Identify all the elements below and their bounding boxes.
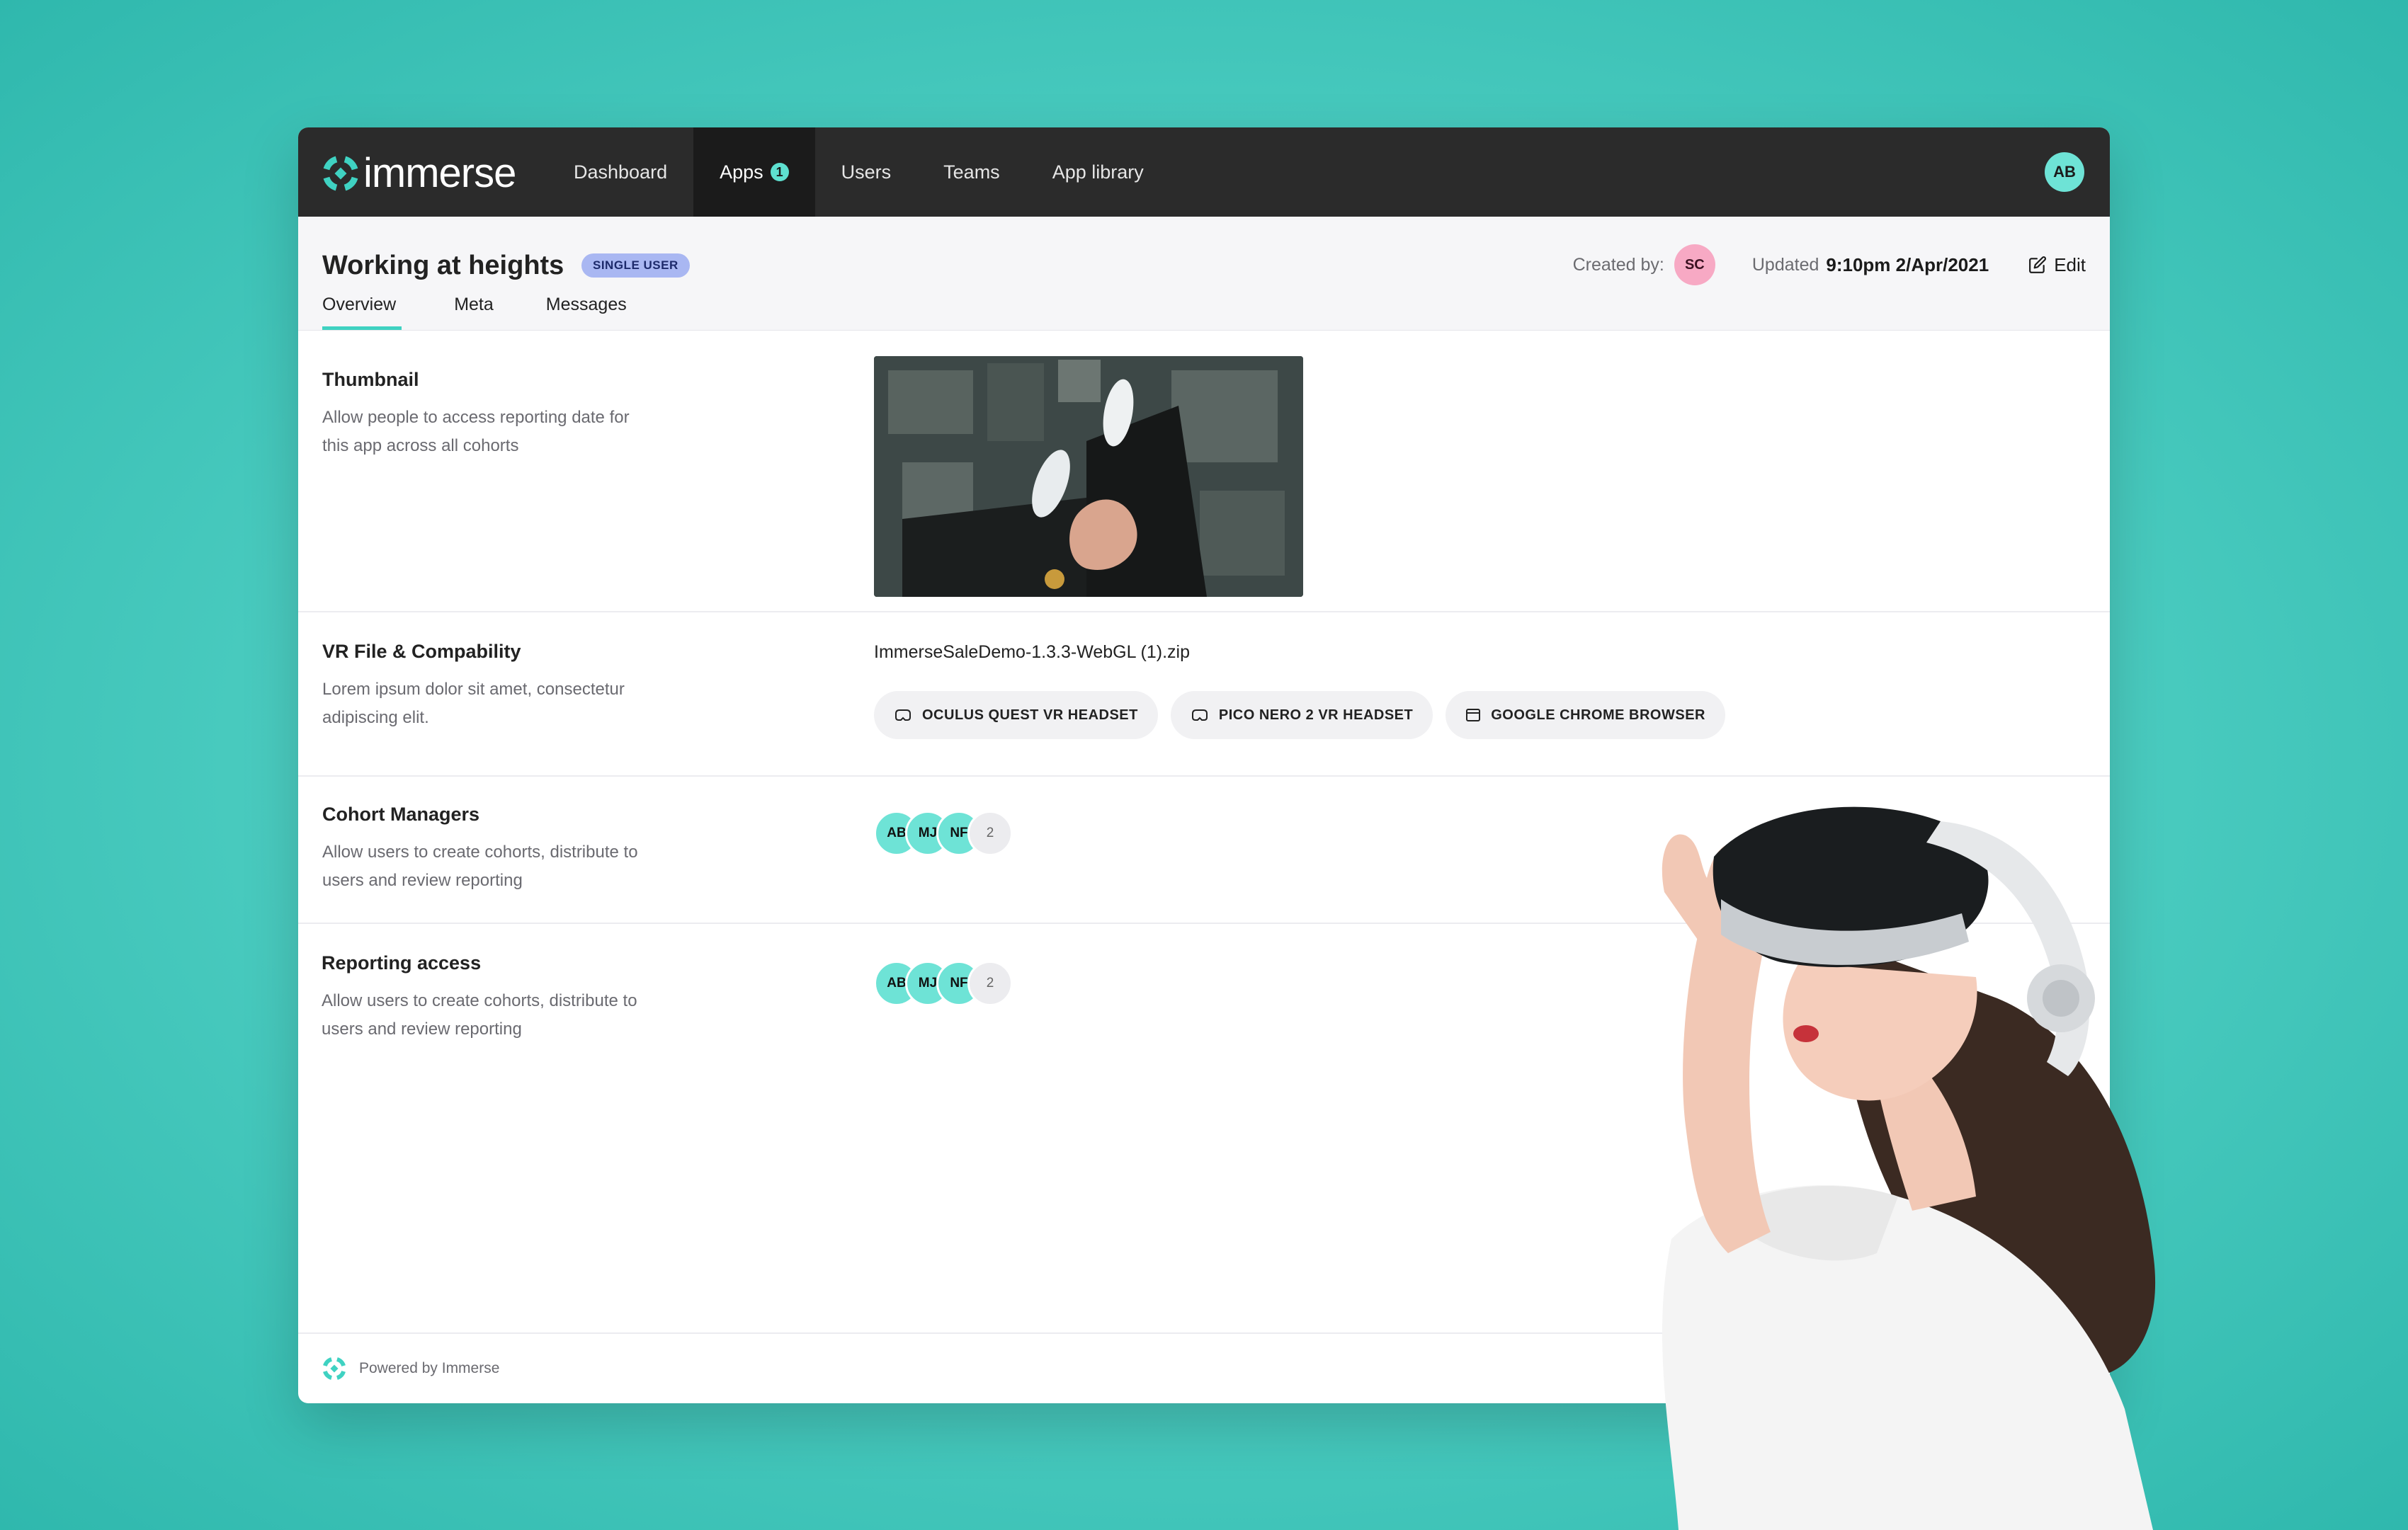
cohort-manager-avatars[interactable]: AB MJ NF 2	[874, 811, 1013, 856]
top-navbar: immerse Dashboard Apps 1 Users Teams App…	[298, 127, 2110, 217]
tab-meta[interactable]: Meta	[454, 295, 494, 330]
app-thumbnail-image[interactable]	[874, 356, 1303, 597]
chip-google-chrome[interactable]: GOOGLE CHROME BROWSER	[1446, 691, 1725, 739]
vr-user-illustration	[1662, 806, 2156, 1530]
tab-messages[interactable]: Messages	[546, 295, 627, 330]
edit-button-label: Edit	[2054, 253, 2086, 275]
section-title: Cohort Managers	[322, 804, 480, 825]
immerse-logo-icon	[323, 1357, 346, 1380]
created-by-label: Created by:	[1572, 254, 1664, 275]
vr-headset-icon	[1191, 709, 1208, 721]
tab-label: Meta	[454, 295, 494, 314]
chip-label: PICO NERO 2 VR HEADSET	[1218, 707, 1414, 723]
chip-oculus-quest[interactable]: OCULUS QUEST VR HEADSET	[874, 691, 1158, 739]
nav-item-app-library[interactable]: App library	[1026, 127, 1170, 217]
chip-label: OCULUS QUEST VR HEADSET	[922, 707, 1138, 723]
updated-label: Updated	[1751, 254, 1819, 275]
brand-name: immerse	[363, 150, 516, 196]
reporting-access-avatars[interactable]: AB MJ NF 2	[874, 961, 1013, 1006]
vr-file-section: VR File & Compability Lorem ipsum dolor …	[298, 612, 2110, 777]
nav-item-dashboard[interactable]: Dashboard	[547, 127, 693, 217]
section-description: Allow people to access reporting date fo…	[322, 408, 630, 455]
chip-pico-neo[interactable]: PICO NERO 2 VR HEADSET	[1170, 691, 1433, 739]
section-description: Allow users to create cohorts, distribut…	[322, 843, 638, 890]
immerse-logo-icon	[323, 156, 358, 191]
section-description: Lorem ipsum dolor sit amet, consectetur …	[322, 680, 625, 727]
nav-item-label: App library	[1052, 161, 1144, 183]
nav-item-label: Users	[841, 161, 892, 183]
nav-item-label: Dashboard	[574, 161, 668, 183]
user-type-badge: SINGLE USER	[581, 253, 690, 278]
user-avatar[interactable]: AB	[2045, 152, 2084, 192]
apps-count-badge: 1	[770, 163, 789, 181]
creator-avatar[interactable]: SC	[1674, 244, 1715, 285]
page-meta: Created by: SC Updated 9:10pm 2/Apr/2021…	[1573, 242, 2086, 287]
more-avatars-count[interactable]: 2	[967, 811, 1013, 856]
nav-item-apps[interactable]: Apps 1	[693, 127, 815, 217]
nav-item-label: Apps	[720, 161, 763, 183]
compatibility-chips: OCULUS QUEST VR HEADSET PICO NERO 2 VR H…	[874, 691, 1725, 739]
updated-timestamp: 9:10pm 2/Apr/2021	[1826, 253, 1989, 275]
tab-label: Messages	[545, 295, 627, 314]
nav-item-teams[interactable]: Teams	[917, 127, 1026, 217]
logo[interactable]: immerse	[322, 153, 516, 194]
browser-icon	[1466, 709, 1481, 721]
nav-item-label: Teams	[943, 161, 1000, 183]
thumbnail-section: Thumbnail Allow people to access reporti…	[298, 331, 2110, 612]
page-header: Working at heights SINGLE USER Created b…	[298, 217, 2110, 331]
section-title: Reporting access	[322, 952, 482, 974]
vr-file-name[interactable]: ImmerseSaleDemo-1.3.3-WebGL (1).zip	[874, 642, 1725, 663]
city-heights-image	[874, 356, 1303, 597]
nav-item-users[interactable]: Users	[815, 127, 918, 217]
edit-icon	[2029, 256, 2047, 273]
section-description: Allow users to create cohorts, distribut…	[322, 991, 637, 1039]
tab-label: Overview	[322, 295, 397, 314]
more-avatars-count[interactable]: 2	[967, 961, 1013, 1006]
powered-by-label: Powered by Immerse	[359, 1360, 500, 1376]
tab-overview[interactable]: Overview	[322, 295, 402, 330]
edit-button[interactable]: Edit	[2028, 254, 2086, 276]
section-title: Thumbnail	[322, 369, 419, 390]
vr-headset-icon	[895, 709, 911, 721]
tab-bar: Overview Meta Messages	[322, 295, 679, 330]
nav-menu: Dashboard Apps 1 Users Teams App library	[547, 127, 1170, 217]
section-title: VR File & Compability	[322, 641, 521, 662]
page-title: Working at heights	[322, 251, 564, 280]
chip-label: GOOGLE CHROME BROWSER	[1491, 707, 1705, 723]
